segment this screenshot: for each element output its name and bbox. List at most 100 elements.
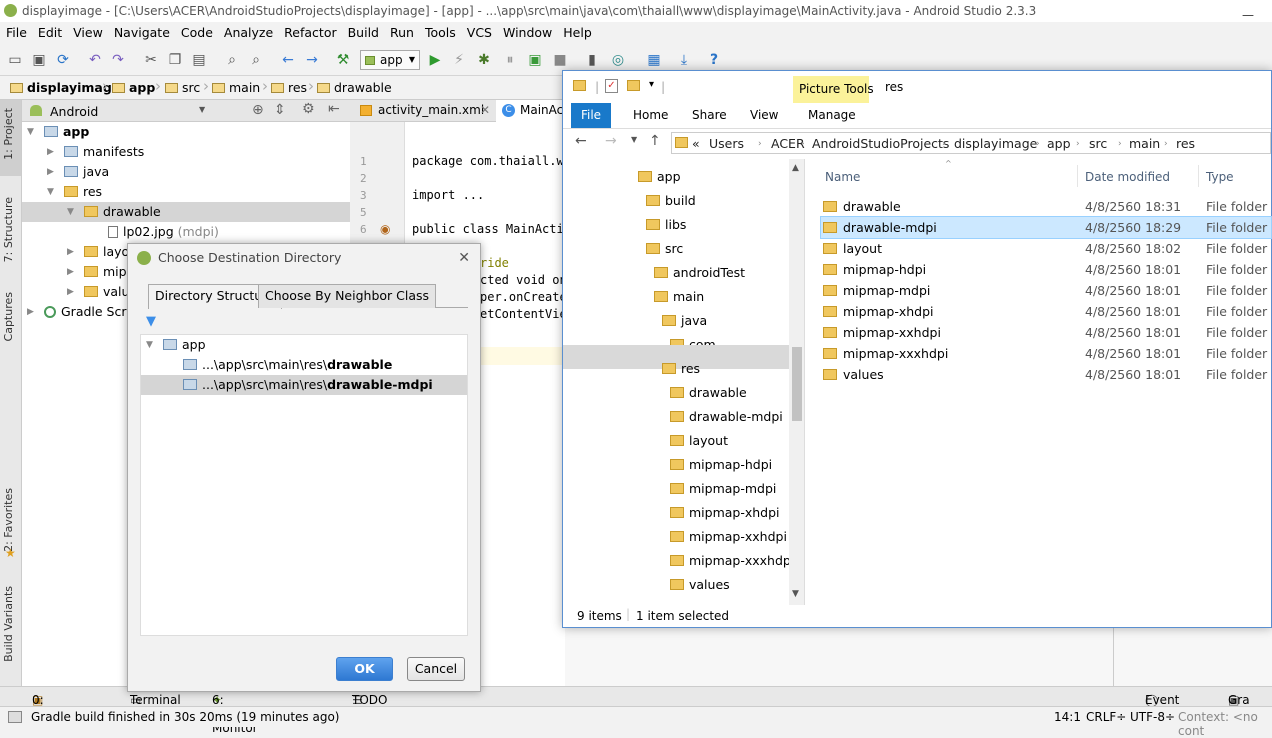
close-icon[interactable]: ✕ [480, 100, 490, 121]
nav-item-mipmap-mdpi[interactable]: mipmap-mdpi [670, 477, 776, 501]
back-arrow-icon[interactable]: ← [575, 133, 587, 149]
tool-tab-favorites[interactable]: 2: Favorites [2, 488, 15, 552]
save-icon[interactable]: ▣ [31, 52, 47, 68]
tree-item-res[interactable]: ▼ res [22, 182, 350, 202]
addr-main[interactable]: main [1129, 136, 1160, 151]
ribbon-tab-share[interactable]: Share [692, 108, 727, 122]
cancel-button[interactable]: Cancel [407, 657, 465, 681]
tree-item-app[interactable]: ▼ app [22, 122, 350, 142]
stop-icon[interactable]: ■ [552, 52, 568, 68]
minimize-icon[interactable]: — [1242, 4, 1254, 22]
apply-changes-icon[interactable]: ⚡ [451, 52, 467, 68]
avd-manager-icon[interactable]: ▮ [584, 52, 600, 68]
profile-icon[interactable]: ⏸ [502, 52, 518, 68]
tab-activity-main[interactable]: activity_main.xml ✕ [354, 100, 492, 122]
file-row[interactable]: mipmap-mdpi 4/8/2560 18:01 File folder [821, 280, 1271, 301]
file-row[interactable]: drawable 4/8/2560 18:31 File folder [821, 196, 1271, 217]
make-project-icon[interactable]: ⚒ [335, 52, 351, 68]
forward-icon[interactable]: → [304, 52, 320, 68]
crumb-src[interactable]: src [165, 80, 200, 95]
tree-item-manifests[interactable]: ▶ manifests [22, 142, 350, 162]
gear-icon[interactable]: ⚙ [302, 101, 315, 117]
cut-icon[interactable]: ✂ [143, 52, 159, 68]
ribbon-tab-file[interactable]: File [571, 103, 611, 128]
back-icon[interactable]: ← [280, 52, 296, 68]
file-row-selected[interactable]: drawable-mdpi 4/8/2560 18:29 File folder [820, 216, 1272, 239]
dir-item-app[interactable]: ▼ app [141, 335, 467, 355]
nav-item-build[interactable]: build [646, 189, 696, 213]
find-icon[interactable]: ⌕ [224, 52, 240, 68]
close-icon[interactable]: ✕ [458, 244, 470, 272]
menu-edit[interactable]: Edit [32, 22, 67, 40]
addr-androidstudioprojects[interactable]: AndroidStudioProjects [812, 136, 949, 151]
nav-item-drawable-mdpi[interactable]: drawable-mdpi [670, 405, 783, 429]
file-encoding[interactable]: UTF-8÷ [1130, 710, 1175, 724]
run-icon[interactable]: ▶ [427, 52, 443, 68]
nav-scrollbar[interactable]: ▲ ▼ [789, 159, 804, 605]
up-arrow-icon[interactable]: ↑ [649, 133, 661, 149]
file-row[interactable]: mipmap-hdpi 4/8/2560 18:01 File folder [821, 259, 1271, 280]
recent-locations-icon[interactable]: ▼ [631, 135, 637, 144]
crumb-main[interactable]: main [212, 80, 260, 95]
sync-icon[interactable]: ⟳ [55, 52, 71, 68]
addr-acer[interactable]: ACER [771, 136, 805, 151]
tool-tab-build-variants[interactable]: Build Variants [2, 586, 15, 662]
tree-item-drawable[interactable]: ▼ drawable [22, 202, 350, 222]
ribbon-tab-home[interactable]: Home [633, 108, 668, 122]
crumb-app[interactable]: app [112, 80, 155, 95]
menu-run[interactable]: Run [384, 22, 419, 40]
run-gutter-icon[interactable]: ◉ [380, 222, 390, 236]
new-folder-icon[interactable] [627, 80, 640, 91]
scroll-from-source-icon[interactable]: ⊕ [252, 102, 264, 118]
nav-item-values[interactable]: values [670, 573, 730, 597]
run-config-select[interactable]: app ▼ [360, 50, 420, 70]
hide-panel-icon[interactable]: ⇤ [328, 101, 340, 117]
addr-users[interactable]: Users [709, 136, 744, 151]
address-bar[interactable]: « Users › ACER › AndroidStudioProjects ›… [671, 132, 1271, 154]
column-type[interactable]: Type [1206, 170, 1234, 184]
addr-src[interactable]: src [1089, 136, 1107, 151]
crumb-res[interactable]: res [271, 80, 307, 95]
scroll-down-icon[interactable]: ▼ [792, 589, 799, 599]
line-separator[interactable]: CRLF÷ [1086, 710, 1126, 724]
tree-item-lp02[interactable]: lp02.jpg (mdpi) [22, 222, 350, 242]
filter-icon[interactable]: ▼ [146, 314, 156, 329]
file-row[interactable]: mipmap-xhdpi 4/8/2560 18:01 File folder [821, 301, 1271, 322]
copy-icon[interactable]: ❐ [167, 52, 183, 68]
dir-item-drawable[interactable]: ...\app\src\main\res\drawable [141, 355, 467, 375]
nav-item-mipmap-xxxhdpi[interactable]: mipmap-xxxhdpi [670, 549, 794, 573]
undo-icon[interactable]: ↶ [87, 52, 103, 68]
file-row[interactable]: layout 4/8/2560 18:02 File folder [821, 238, 1271, 259]
nav-item-mipmap-xxhdpi[interactable]: mipmap-xxhdpi [670, 525, 787, 549]
scroll-thumb[interactable] [792, 347, 802, 421]
addr-displayimage[interactable]: displayimage [954, 136, 1037, 151]
tab-main-activity[interactable]: C MainAc [496, 100, 566, 122]
menu-refactor[interactable]: Refactor [278, 22, 341, 40]
menu-code[interactable]: Code [175, 22, 218, 40]
dir-item-drawable-mdpi[interactable]: ...\app\src\main\res\drawable-mdpi [141, 375, 467, 395]
menu-vcs[interactable]: VCS [461, 22, 497, 40]
tool-tab-captures[interactable]: Captures [2, 292, 15, 341]
tool-tab-structure[interactable]: 7: Structure [2, 197, 15, 262]
ribbon-tab-manage[interactable]: Manage [808, 108, 856, 122]
nav-item-mipmap-hdpi[interactable]: mipmap-hdpi [670, 453, 772, 477]
help-icon[interactable]: ? [706, 52, 722, 68]
collapse-all-icon[interactable]: ⇕ [274, 102, 286, 118]
tree-item-java[interactable]: ▶ java [22, 162, 350, 182]
menu-file[interactable]: File [0, 22, 32, 40]
addr-res[interactable]: res [1176, 136, 1195, 151]
file-row[interactable]: mipmap-xxhdpi 4/8/2560 18:01 File folder [821, 322, 1271, 343]
forward-arrow-icon[interactable]: → [605, 133, 617, 149]
ok-button[interactable]: OK [336, 657, 393, 681]
replace-icon[interactable]: ⌕ [248, 52, 264, 68]
open-folder-icon[interactable]: ▭ [7, 52, 23, 68]
menu-tools[interactable]: Tools [419, 22, 461, 40]
ribbon-tab-view[interactable]: View [750, 108, 778, 122]
column-name[interactable]: Name [825, 170, 860, 184]
tool-tab-project[interactable]: 1: Project [2, 108, 15, 160]
project-view-mode[interactable]: Android [50, 104, 98, 119]
nav-item-mipmap-xhdpi[interactable]: mipmap-xhdpi [670, 501, 780, 525]
project-structure-icon[interactable]: ▦ [646, 52, 662, 68]
sync-gradle-icon[interactable]: ◎ [610, 52, 626, 68]
menu-window[interactable]: Window [497, 22, 557, 40]
